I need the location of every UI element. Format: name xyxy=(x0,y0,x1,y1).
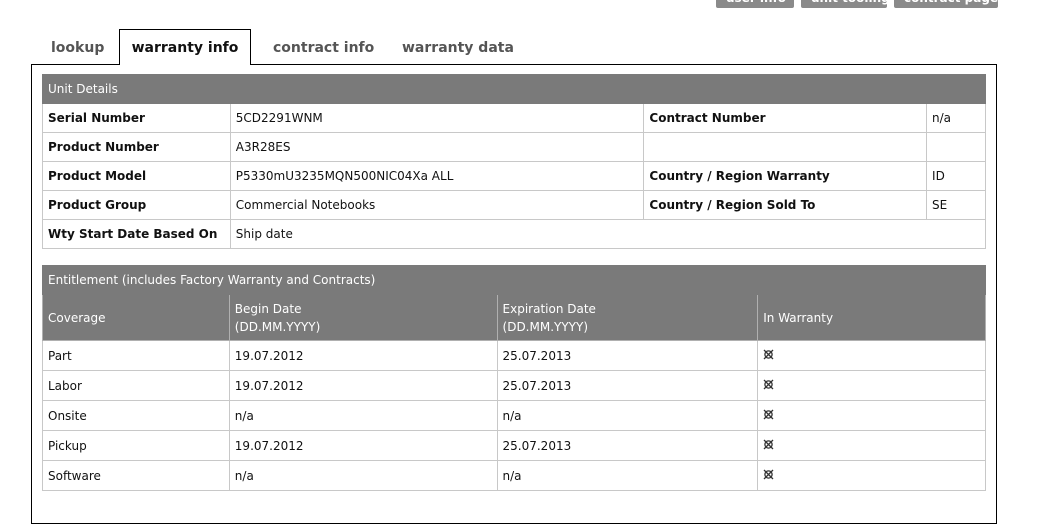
coverage-cell: Part xyxy=(42,340,230,371)
table-row: Serial Number 5CD2291WNM Contract Number… xyxy=(42,103,986,133)
wty-start-date-value: Ship date xyxy=(229,219,987,249)
coverage-cell: Labor xyxy=(42,370,230,401)
empty-label xyxy=(643,132,928,162)
in-warranty-cell xyxy=(757,400,986,431)
user-info-button[interactable]: user info xyxy=(716,0,794,8)
expiration-date-header-line1: Expiration Date xyxy=(502,301,596,316)
table-row: Product Number A3R28ES xyxy=(42,132,986,162)
in-warranty-cell xyxy=(757,370,986,401)
coverage-cell: Software xyxy=(42,460,230,491)
no-warranty-icon xyxy=(763,439,774,450)
unit-details-table: Unit Details Serial Number 5CD2291WNM Co… xyxy=(42,74,987,249)
begin-date-header-line2: (DD.MM.YYYY) xyxy=(234,319,321,334)
table-row: Product Model P5330mU3235MQN500NIC04Xa A… xyxy=(42,161,986,191)
contract-number-value: n/a xyxy=(926,103,986,133)
no-warranty-icon xyxy=(763,409,774,420)
coverage-cell: Pickup xyxy=(42,430,230,461)
product-model-label: Product Model xyxy=(42,161,231,191)
begin-date-cell: 19.07.2012 xyxy=(228,370,498,401)
country-region-sold-to-label: Country / Region Sold To xyxy=(643,190,928,220)
expiration-date-cell: 25.07.2013 xyxy=(496,340,759,371)
product-number-value: A3R28ES xyxy=(229,132,645,162)
product-group-label: Product Group xyxy=(42,190,231,220)
contract-page-button[interactable]: contract page xyxy=(894,0,998,8)
expiration-date-cell: 25.07.2013 xyxy=(496,370,759,401)
expiration-date-cell: 25.07.2013 xyxy=(496,430,759,461)
table-row: Onsite n/a n/a xyxy=(42,400,986,431)
entitlement-table: Entitlement (includes Factory Warranty a… xyxy=(42,265,986,491)
contract-number-label: Contract Number xyxy=(643,103,928,133)
tab-contract-info[interactable]: contract info xyxy=(273,40,374,56)
begin-date-header-line1: Begin Date xyxy=(234,301,302,316)
product-model-value: P5330mU3235MQN500NIC04Xa ALL xyxy=(229,161,645,191)
in-warranty-cell xyxy=(757,430,986,461)
coverage-column-header: Coverage xyxy=(42,294,230,341)
table-row: Product Group Commercial Notebooks Count… xyxy=(42,190,986,220)
country-region-warranty-value: ID xyxy=(926,161,986,191)
expiration-date-header-line2: (DD.MM.YYYY) xyxy=(502,319,589,334)
tab-lookup[interactable]: lookup xyxy=(51,40,104,56)
expiration-date-cell: n/a xyxy=(496,400,759,431)
expiration-date-cell: n/a xyxy=(496,460,759,491)
begin-date-cell: 19.07.2012 xyxy=(228,430,498,461)
product-number-label: Product Number xyxy=(42,132,231,162)
coverage-cell: Onsite xyxy=(42,400,230,431)
table-row: Wty Start Date Based On Ship date xyxy=(42,219,987,249)
country-region-warranty-label: Country / Region Warranty xyxy=(643,161,928,191)
no-warranty-icon xyxy=(763,349,774,360)
begin-date-column-header: Begin Date (DD.MM.YYYY) xyxy=(228,294,498,341)
no-warranty-icon xyxy=(763,379,774,390)
serial-number-value: 5CD2291WNM xyxy=(229,103,645,133)
begin-date-cell: 19.07.2012 xyxy=(228,340,498,371)
entitlement-title: Entitlement (includes Factory Warranty a… xyxy=(42,265,986,295)
tab-warranty-info[interactable]: warranty info xyxy=(119,29,251,65)
begin-date-cell: n/a xyxy=(228,400,498,431)
wty-start-date-label: Wty Start Date Based On xyxy=(42,219,231,249)
unit-tooling-button[interactable]: unit tooling xyxy=(801,0,887,8)
tab-warranty-data[interactable]: warranty data xyxy=(402,40,514,56)
top-button-bar: user info unit tooling contract page xyxy=(716,0,998,8)
table-row: Software n/a n/a xyxy=(42,460,986,491)
empty-value xyxy=(926,132,986,162)
table-row: Part 19.07.2012 25.07.2013 xyxy=(42,340,986,371)
in-warranty-cell xyxy=(757,340,986,371)
expiration-date-column-header: Expiration Date (DD.MM.YYYY) xyxy=(496,294,759,341)
table-row: Labor 19.07.2012 25.07.2013 xyxy=(42,370,986,401)
in-warranty-column-header: In Warranty xyxy=(757,294,986,341)
begin-date-cell: n/a xyxy=(228,460,498,491)
in-warranty-cell xyxy=(757,460,986,491)
unit-details-title: Unit Details xyxy=(42,74,986,104)
no-warranty-icon xyxy=(763,469,774,480)
country-region-sold-to-value: SE xyxy=(926,190,986,220)
product-group-value: Commercial Notebooks xyxy=(229,190,645,220)
table-row: Pickup 19.07.2012 25.07.2013 xyxy=(42,430,986,461)
serial-number-label: Serial Number xyxy=(42,103,231,133)
